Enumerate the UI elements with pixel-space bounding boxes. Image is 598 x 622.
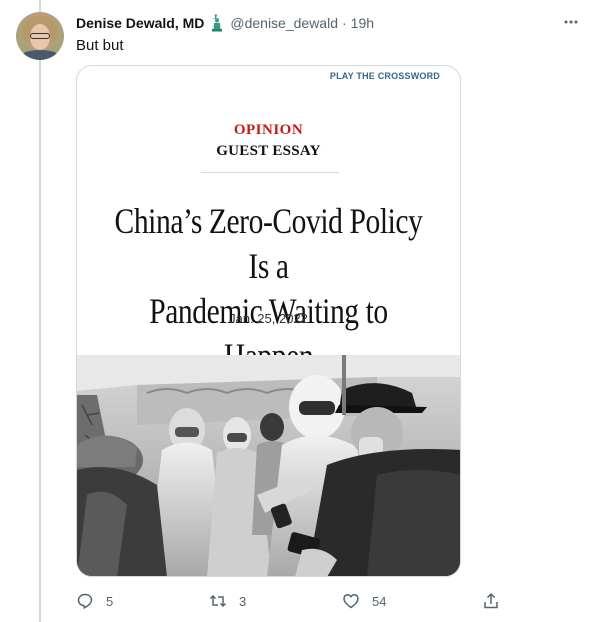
divider bbox=[201, 172, 339, 173]
reply-icon bbox=[77, 593, 93, 609]
share-icon bbox=[484, 592, 498, 609]
tweet-text: But but bbox=[76, 37, 124, 54]
retweet-button[interactable]: 3 bbox=[209, 590, 246, 612]
article-headline: China’s Zero-Covid Policy Is a Pandemic … bbox=[111, 199, 425, 379]
author-name[interactable]: Denise Dewald, MD bbox=[76, 15, 204, 31]
subsection-label: GUEST ESSAY bbox=[216, 143, 321, 159]
timestamp[interactable]: 19h bbox=[351, 15, 374, 31]
avatar-shirt bbox=[20, 50, 60, 60]
thread-line bbox=[39, 0, 41, 622]
reply-button[interactable]: 5 bbox=[76, 590, 113, 612]
media-card[interactable]: PLAY THE CROSSWORD OPINION GUEST ESSAY C… bbox=[76, 65, 461, 577]
retweet-icon bbox=[209, 594, 227, 608]
like-count: 54 bbox=[372, 593, 387, 609]
more-horizontal-icon[interactable] bbox=[563, 14, 583, 30]
like-button[interactable]: 54 bbox=[342, 590, 386, 612]
play-crossword-link[interactable]: PLAY THE CROSSWORD bbox=[330, 71, 440, 81]
headline-line-1: China’s Zero-Covid Policy Is a bbox=[114, 201, 423, 286]
reply-count: 5 bbox=[106, 593, 114, 609]
avatar-glasses bbox=[30, 33, 50, 39]
photo-illustration bbox=[77, 355, 460, 576]
share-button[interactable] bbox=[482, 590, 500, 612]
heart-icon bbox=[343, 594, 359, 609]
author-handle[interactable]: @denise_dewald bbox=[230, 15, 338, 31]
article-date: Jan. 25, 2022 bbox=[229, 311, 308, 326]
separator-dot: · bbox=[342, 15, 347, 31]
article-photo bbox=[77, 355, 460, 576]
tweet-actions: 5 3 54 bbox=[76, 590, 506, 612]
section-label: OPINION bbox=[233, 122, 304, 138]
retweet-count: 3 bbox=[239, 593, 247, 609]
statue-of-liberty-icon bbox=[212, 14, 223, 32]
tweet-header: Denise Dewald, MD @denise_dewald · 19h bbox=[76, 14, 374, 32]
avatar[interactable] bbox=[16, 12, 64, 60]
